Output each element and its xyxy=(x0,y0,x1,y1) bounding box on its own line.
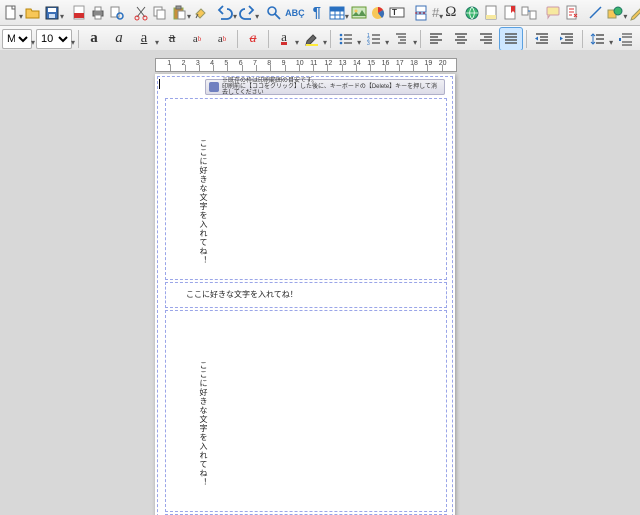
redo-icon[interactable] xyxy=(238,1,256,25)
dropdown-icon[interactable]: ▾ xyxy=(255,12,259,24)
separator xyxy=(526,30,527,48)
undo-icon[interactable] xyxy=(216,1,234,25)
placeholder-text-3: ここに好きな文字を入れてね！ xyxy=(198,361,209,487)
draw-icon[interactable] xyxy=(628,1,640,25)
bold-icon[interactable]: a xyxy=(82,27,106,51)
highlight-icon[interactable] xyxy=(300,27,324,51)
dropdown-icon[interactable]: ▾ xyxy=(609,38,613,50)
indent-dec-icon[interactable] xyxy=(555,27,579,51)
dropdown-icon[interactable]: ▾ xyxy=(31,38,35,50)
dropdown-icon[interactable]: ▾ xyxy=(60,12,64,24)
superscript-icon[interactable]: ab xyxy=(185,27,209,51)
align-left-icon[interactable] xyxy=(424,27,448,51)
print-preview-icon[interactable] xyxy=(108,1,126,25)
dropdown-icon[interactable]: ▾ xyxy=(345,12,349,24)
line-icon[interactable] xyxy=(587,1,605,25)
separator xyxy=(268,30,269,48)
label-cell-3[interactable]: ここに好きな文字を入れてね！ xyxy=(165,310,447,512)
find-icon[interactable] xyxy=(265,1,283,25)
save-icon[interactable] xyxy=(43,1,61,25)
dropdown-icon[interactable]: ▾ xyxy=(233,12,237,24)
placeholder-text-2: ここに好きな文字を入れてね！ xyxy=(186,289,298,300)
svg-text:3: 3 xyxy=(367,41,370,47)
indent-inc-icon[interactable] xyxy=(530,27,554,51)
bookmark-icon[interactable] xyxy=(501,1,519,25)
hyperlink-icon[interactable] xyxy=(463,1,481,25)
dropdown-icon[interactable]: ▾ xyxy=(71,38,75,50)
formatting-toolbar: Mi▾ 10▾ a a a▾ a ab ab a a▾ ▾ ▾ 123▾ ▾ ▾ xyxy=(0,26,640,52)
pdf-icon[interactable] xyxy=(70,1,88,25)
dropdown-icon[interactable]: ▾ xyxy=(19,12,23,24)
dropdown-icon[interactable]: ▾ xyxy=(155,38,159,50)
open-icon[interactable] xyxy=(24,1,42,25)
dropdown-icon[interactable]: ▾ xyxy=(357,38,361,50)
dropdown-icon[interactable]: ▾ xyxy=(385,38,389,50)
separator xyxy=(420,30,421,48)
align-justify-icon[interactable] xyxy=(499,27,523,51)
separator xyxy=(78,30,79,48)
track-changes-icon[interactable] xyxy=(563,1,581,25)
label-cell-1[interactable]: ここに好きな文字を入れてね！ xyxy=(165,98,447,280)
separator xyxy=(237,30,238,48)
dropdown-icon[interactable]: ▾ xyxy=(295,38,299,50)
spellcheck-icon[interactable]: ABÇ xyxy=(284,1,306,25)
copy-icon[interactable] xyxy=(151,1,169,25)
standard-toolbar: ▾ ▾ ▾ ▾ ▾ ABÇ ¶ ▾ T #▾ Ω ▾ xyxy=(0,0,640,26)
dropdown-icon[interactable]: ▾ xyxy=(323,38,327,50)
format-paintbrush-icon[interactable] xyxy=(192,1,210,25)
document-workspace: 1234567891011121314151617181920 ※既存の枠は印刷… xyxy=(0,50,640,515)
page-break-icon[interactable] xyxy=(412,1,430,25)
comment-icon[interactable] xyxy=(544,1,562,25)
subscript-icon[interactable]: ab xyxy=(210,27,234,51)
image-icon[interactable] xyxy=(350,1,368,25)
separator xyxy=(582,30,583,48)
number-list-icon[interactable]: 123 xyxy=(362,27,386,51)
separator xyxy=(330,30,331,48)
dropdown-icon[interactable]: ▾ xyxy=(439,12,443,24)
label-cell-2[interactable]: ここに好きな文字を入れてね！ xyxy=(165,282,447,308)
formatting-marks-icon[interactable]: ¶ xyxy=(312,1,322,25)
horizontal-ruler[interactable]: 1234567891011121314151617181920 xyxy=(155,58,457,72)
outline-icon[interactable] xyxy=(390,27,414,51)
align-center-icon[interactable] xyxy=(449,27,473,51)
dropdown-icon[interactable]: ▾ xyxy=(623,12,627,24)
dropdown-icon[interactable]: ▾ xyxy=(187,12,191,24)
svg-text:T: T xyxy=(392,8,397,17)
font-color-icon[interactable]: a xyxy=(272,27,296,51)
strike-icon[interactable]: a xyxy=(160,27,184,51)
clear-format-icon[interactable]: a xyxy=(241,27,265,51)
italic-icon[interactable]: a xyxy=(107,27,131,51)
align-right-icon[interactable] xyxy=(474,27,498,51)
document-page[interactable]: ※既存の枠は印刷範囲の目安です。 印刷前に【ココをクリック】した後に、キーボード… xyxy=(155,74,455,515)
crossref-icon[interactable] xyxy=(520,1,538,25)
paste-icon[interactable] xyxy=(170,1,188,25)
underline-icon[interactable]: a xyxy=(132,27,156,51)
para-spacing-icon[interactable] xyxy=(614,27,638,51)
basic-shapes-icon[interactable] xyxy=(606,1,624,25)
bullet-list-icon[interactable] xyxy=(334,27,358,51)
placeholder-text-1: ここに好きな文字を入れてね！ xyxy=(198,139,209,265)
print-icon[interactable] xyxy=(89,1,107,25)
cut-icon[interactable] xyxy=(132,1,150,25)
special-char-icon[interactable]: Ω xyxy=(444,1,457,25)
new-icon[interactable] xyxy=(2,1,20,25)
textbox-icon[interactable]: T xyxy=(388,1,406,25)
footnote-icon[interactable] xyxy=(482,1,500,25)
table-icon[interactable] xyxy=(328,1,346,25)
chart-icon[interactable] xyxy=(369,1,387,25)
dropdown-icon[interactable]: ▾ xyxy=(413,38,417,50)
line-spacing-icon[interactable] xyxy=(586,27,610,51)
font-size-select[interactable]: 10 xyxy=(36,29,72,49)
font-name-select[interactable]: Mi xyxy=(2,29,32,49)
